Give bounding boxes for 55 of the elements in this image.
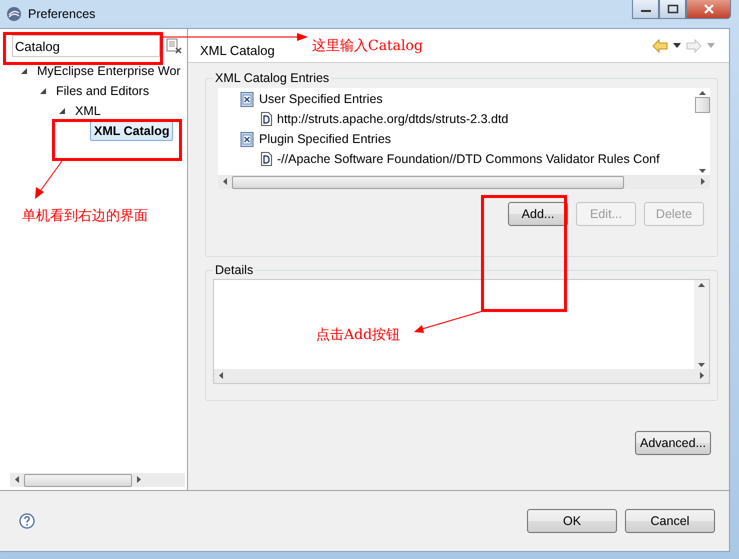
dialog-button[interactable]: OK (527, 509, 617, 533)
close-button[interactable] (686, 0, 731, 19)
app-logo-icon (6, 6, 22, 22)
scroll-down-icon[interactable] (698, 363, 705, 367)
horizontal-scrollbar[interactable] (214, 369, 709, 383)
horizontal-scrollbar[interactable] (218, 175, 710, 189)
annotation-arrow (414, 310, 484, 334)
back-arrow-icon[interactable] (652, 38, 668, 52)
minimize-button[interactable] (632, 0, 659, 19)
scroll-left-icon[interactable] (15, 476, 19, 482)
dtd-file-icon (261, 112, 272, 126)
catalog-icon (240, 92, 254, 106)
dropdown-caret-icon[interactable] (673, 43, 681, 48)
tree-item[interactable]: MyEclipse Enterprise Wor (33, 61, 185, 81)
close-icon (702, 4, 714, 14)
maximize-icon (666, 4, 678, 14)
filter-field[interactable]: Catalog (12, 35, 160, 57)
horizontal-scrollbar[interactable] (10, 473, 185, 487)
clear-filter-icon[interactable] (166, 38, 182, 54)
catalog-entry[interactable]: -//Apache Software Foundation//DTD Commons Validator Rules Conf (277, 152, 660, 166)
scroll-thumb[interactable] (695, 97, 710, 113)
window-title: Preferences (28, 7, 96, 21)
scroll-down-icon[interactable] (699, 169, 706, 173)
entry-button[interactable]: Add... (508, 202, 568, 226)
expand-arrow-icon[interactable] (39, 87, 47, 95)
dialog-button[interactable]: Cancel (625, 509, 715, 533)
help-icon[interactable] (19, 513, 35, 529)
annotation-note: 单机看到右边的界面 (22, 207, 148, 225)
scroll-up-icon[interactable] (698, 283, 705, 287)
tree-item[interactable]: XML (71, 101, 105, 121)
scroll-up-icon[interactable] (699, 91, 706, 95)
annotation-arrow (33, 160, 63, 200)
catalog-entry[interactable]: Plugin Specified Entries (259, 132, 392, 146)
scroll-right-icon[interactable] (137, 476, 141, 482)
dtd-file-icon (261, 152, 272, 166)
tree-item[interactable]: XML Catalog (90, 121, 174, 141)
tree-item[interactable]: Files and Editors (52, 81, 154, 101)
catalog-entry[interactable]: http://struts.apache.org/dtds/struts-2.3.dtd (277, 112, 508, 126)
group-title: Details (214, 263, 254, 277)
scroll-left-icon[interactable] (223, 178, 227, 184)
advanced-button[interactable]: Advanced... (635, 431, 711, 455)
catalog-icon (240, 132, 254, 146)
vertical-scrollbar[interactable] (694, 280, 709, 369)
vertical-scrollbar[interactable] (695, 88, 710, 175)
annotation-note: 点击Add按钮 (316, 326, 400, 344)
catalog-entry[interactable]: User Specified Entries (259, 92, 383, 106)
scroll-right-icon[interactable] (700, 372, 704, 378)
annotation-note: 这里输入Catalog (312, 37, 423, 55)
maximize-button[interactable] (659, 0, 686, 19)
page-title: XML Catalog (200, 43, 275, 58)
scroll-left-icon[interactable] (219, 372, 223, 378)
expand-arrow-icon[interactable] (20, 67, 28, 75)
scroll-right-icon[interactable] (701, 178, 705, 184)
group-title: XML Catalog Entries (214, 71, 330, 85)
expand-arrow-icon[interactable] (58, 107, 66, 115)
